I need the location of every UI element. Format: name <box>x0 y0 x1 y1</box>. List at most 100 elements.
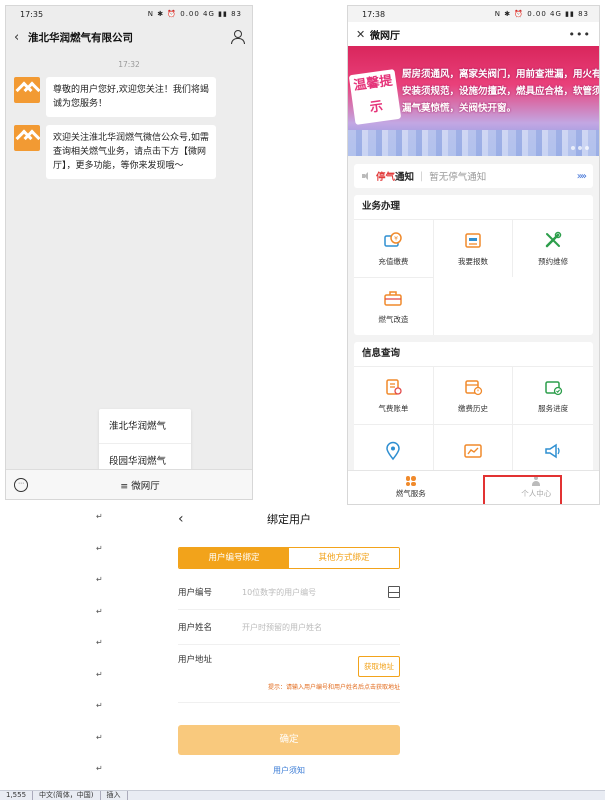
chat-timestamp: 17:32 <box>118 60 140 69</box>
form-title: 绑定用户 <box>267 513 311 526</box>
return-mark: ↵ <box>96 543 103 553</box>
tab-other-bind[interactable]: 其他方式绑定 <box>289 548 399 568</box>
editor-status-bar: 1,555 中文(简体，中国) 插入 <box>0 790 605 800</box>
service-grid-icon <box>405 476 416 486</box>
status-bar: 17:38 N ✱ ⏰ 0.00 4G ▮▮ 83 <box>348 6 599 22</box>
return-mark: ↵ <box>96 606 103 616</box>
coin-card-icon: ¥ <box>384 232 403 247</box>
status-time: 17:35 <box>20 9 44 19</box>
recharge-payment-button[interactable]: ¥ 充值缴费 <box>354 219 434 277</box>
return-mark: ↵ <box>96 701 103 710</box>
user-name-input[interactable] <box>242 622 400 632</box>
red-highlight-box <box>483 475 562 504</box>
return-mark: ↵ <box>96 575 103 584</box>
language-indicator[interactable]: 中文(简体，中国) <box>39 791 101 800</box>
message-bubble: 尊敬的用户您好,欢迎您关注！我们将竭诚为您服务！ <box>46 77 216 117</box>
section-title: 信息查询 <box>362 348 401 359</box>
close-icon[interactable]: ✕ <box>356 28 370 41</box>
get-address-button[interactable]: 获取地址 <box>358 656 400 677</box>
scan-icon[interactable] <box>388 586 400 598</box>
user-profile-icon[interactable] <box>230 30 245 44</box>
bill-icon <box>386 379 402 395</box>
chat-message: 尊敬的用户您好,欢迎您关注！我们将竭诚为您服务！ <box>14 77 244 117</box>
service-progress-button[interactable]: 服务进度 <box>513 366 593 424</box>
wechat-chat-screen: 17:35 N ✱ ⏰ 0.00 4G ▮▮ 83 ‹ 淮北华润燃气有限公司 1… <box>5 5 253 500</box>
status-icons: N ✱ ⏰ 0.00 4G ▮▮ 83 <box>494 10 589 18</box>
banner-line: 厨房须通风，离家关阀门，用前查泄漏，用火有人守。 <box>402 69 599 80</box>
return-mark: ↵ <box>96 512 103 521</box>
svg-text:¥: ¥ <box>394 236 398 243</box>
weiwangting-screen: 17:38 N ✱ ⏰ 0.00 4G ▮▮ 83 ✕ 微网厅 ••• 温馨提示… <box>347 5 600 505</box>
item-label: 气费账单 <box>378 404 409 413</box>
message-bubble: 欢迎关注淮北华润燃气微信公众号,如需查询相关燃气业务，请点击下方【微网厅】，更多… <box>46 125 216 179</box>
return-mark: ↵ <box>96 669 103 679</box>
item-label: 服务进度 <box>538 404 569 413</box>
notice-text: 暂无停气通知 <box>429 172 487 183</box>
banner-lines: 厨房须通风，离家关阀门，用前查泄漏，用火有人守。 安装须规范，设施勿擅改，燃具应… <box>402 66 599 117</box>
item-label: 充值缴费 <box>378 257 409 266</box>
bind-user-form: ‹ 绑定用户 用户编号绑定 其他方式绑定 用户编号 用户姓名 用户地址 获取地址… <box>168 505 410 790</box>
back-arrow-icon[interactable]: ‹ <box>168 511 192 527</box>
bind-method-toggle: 用户编号绑定 其他方式绑定 <box>178 547 400 569</box>
user-number-row: 用户编号 <box>178 575 400 610</box>
banner-promo: 温馨提示 <box>348 69 402 125</box>
item-label: 我要报数 <box>457 257 488 266</box>
more-icon[interactable]: ••• <box>569 28 591 41</box>
carousel-dots <box>571 146 589 150</box>
user-number-input[interactable] <box>242 587 388 597</box>
line-chart-icon <box>464 443 482 458</box>
address-hint: 提示：请输入用户编号和用户姓名后点击获取地址 <box>267 684 400 691</box>
user-notice-link[interactable]: 用户须知 <box>168 765 410 776</box>
return-mark: ↵ <box>96 732 103 742</box>
back-arrow-icon[interactable]: ‹ <box>14 30 28 45</box>
megaphone-icon <box>545 443 560 458</box>
chat-message: 欢迎关注淮北华润燃气微信公众号,如需查询相关燃气业务，请点击下方【微网厅】，更多… <box>14 125 244 179</box>
menu-item-huaibei[interactable]: 淮北华润燃气 <box>99 409 191 444</box>
info-section: 信息查询 气费账单 缴费历史 服务进度 <box>354 342 593 482</box>
double-chevron-right-icon[interactable]: »» <box>577 171 587 182</box>
location-pin-icon <box>386 441 401 460</box>
keyboard-icon[interactable]: ⋯ <box>14 477 28 492</box>
account-logo-avatar[interactable] <box>14 125 40 151</box>
chat-bottom-menu: ⋯ ≡ 微网厅 <box>6 469 252 499</box>
status-bar: 17:35 N ✱ ⏰ 0.00 4G ▮▮ 83 <box>6 6 252 22</box>
speaker-icon <box>362 171 372 181</box>
notice-label: 通知 <box>395 172 415 183</box>
account-logo-avatar[interactable] <box>14 77 40 103</box>
business-section: 业务办理 ¥ 充值缴费 我要报数 预约维修 燃气改造 <box>354 195 593 335</box>
paragraph-marks: ↵ ↵ ↵ ↵ ↵ ↵ ↵ ↵ ↵ <box>96 512 108 796</box>
safety-banner[interactable]: 温馨提示 厨房须通风，离家关阀门，用前查泄漏，用火有人守。 安装须规范，设施勿擅… <box>348 46 599 156</box>
chat-header: ‹ 淮北华润燃气有限公司 <box>6 22 252 52</box>
book-repair-button[interactable]: 预约维修 <box>513 219 593 277</box>
section-title: 业务办理 <box>362 201 401 212</box>
confirm-button[interactable]: 确定 <box>178 725 400 755</box>
tab-gas-service[interactable]: 燃气服务 <box>348 471 474 504</box>
field-label: 用户编号 <box>178 588 213 598</box>
report-reading-button[interactable]: 我要报数 <box>433 219 514 277</box>
gas-bill-button[interactable]: 气费账单 <box>354 366 434 424</box>
item-label: 预约维修 <box>538 257 569 266</box>
calendar-clock-icon <box>465 380 483 396</box>
page-title: 微网厅 <box>370 30 400 42</box>
chat-title: 淮北华润燃气有限公司 <box>28 31 133 44</box>
banner-line: 漏气莫惊慌，关阀快开窗。 <box>402 103 517 114</box>
menu-weiwangting[interactable]: ≡ 微网厅 <box>28 478 252 492</box>
progress-check-icon <box>545 381 563 396</box>
word-count: 1,555 <box>6 791 34 800</box>
meter-report-icon <box>465 233 481 248</box>
gas-renovation-button[interactable]: 燃气改造 <box>354 277 434 335</box>
return-mark: ↵ <box>96 638 103 647</box>
insert-mode[interactable]: 插入 <box>107 791 128 800</box>
field-label: 用户姓名 <box>178 623 213 633</box>
item-label: 燃气改造 <box>378 315 409 324</box>
user-address-row: 用户地址 获取地址 提示：请输入用户编号和用户姓名后点击获取地址 <box>178 645 400 703</box>
outage-notice-bar[interactable]: 停气 通知 | 暂无停气通知 »» <box>354 164 593 188</box>
city-skyline <box>348 130 599 156</box>
form-header: ‹ 绑定用户 <box>168 505 410 533</box>
user-name-row: 用户姓名 <box>178 610 400 645</box>
tab-user-number-bind[interactable]: 用户编号绑定 <box>179 548 289 568</box>
status-time: 17:38 <box>362 9 386 19</box>
field-label: 用户地址 <box>178 655 213 665</box>
wrench-icon <box>545 231 562 248</box>
payment-history-button[interactable]: 缴费历史 <box>433 366 514 424</box>
